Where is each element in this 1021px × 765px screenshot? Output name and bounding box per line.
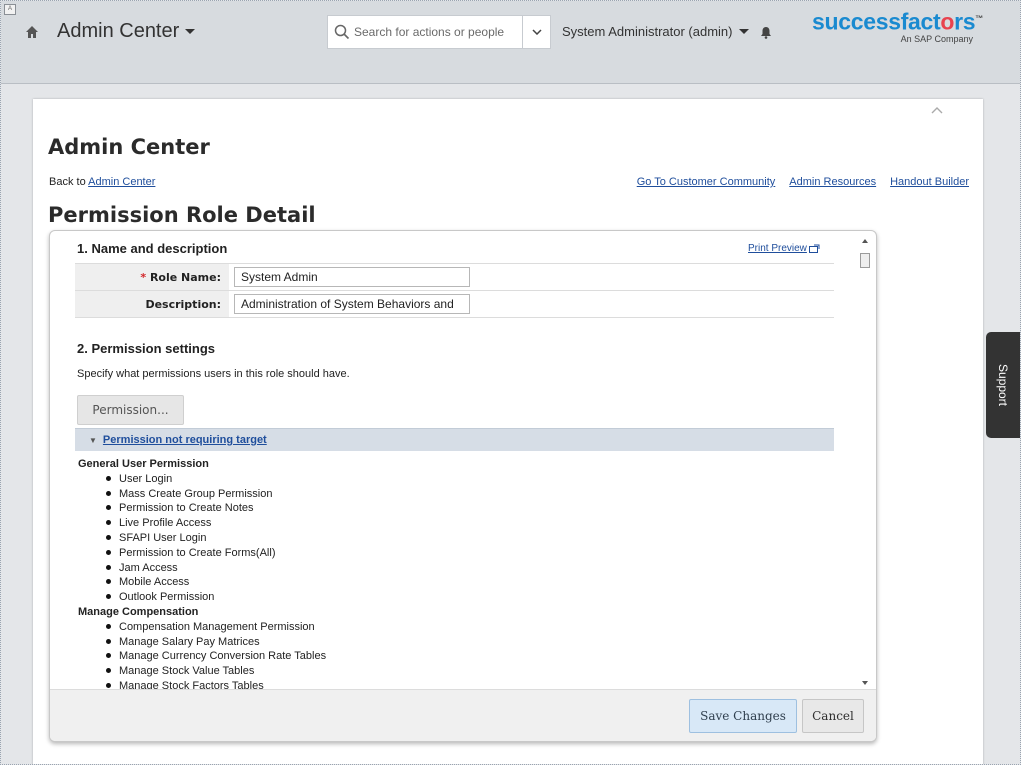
search-scope-dropdown[interactable] xyxy=(523,15,551,49)
scroll-up-arrow-icon[interactable] xyxy=(862,239,868,243)
role-name-field[interactable]: System Admin xyxy=(234,267,470,287)
list-item: Outlook Permission xyxy=(105,590,326,605)
list-item: Manage Stock Factors Tables xyxy=(105,679,326,689)
chevron-down-icon xyxy=(185,29,196,34)
home-icon[interactable] xyxy=(25,25,39,39)
category-title: General User Permission xyxy=(78,458,209,470)
user-menu-label: System Administrator (admin) xyxy=(562,24,733,39)
description-label: Description: xyxy=(75,290,229,318)
dialog-scrollbar[interactable] xyxy=(859,237,872,687)
chevron-up-icon[interactable] xyxy=(930,105,944,115)
permission-group-header[interactable]: ▼ Permission not requiring target xyxy=(75,428,834,451)
search-icon xyxy=(334,24,350,40)
page-title: Permission Role Detail xyxy=(48,203,316,227)
list-item: Jam Access xyxy=(105,561,326,576)
customer-community-link[interactable]: Go To Customer Community xyxy=(637,176,776,188)
popout-icon xyxy=(808,244,820,253)
permission-settings-section-title: 2. Permission settings xyxy=(77,341,215,356)
admin-center-menu[interactable]: Admin Center xyxy=(57,20,196,43)
permission-button[interactable]: Permission... xyxy=(77,395,184,425)
collapse-chevron-icon: ▼ xyxy=(89,435,97,445)
search-placeholder: Search for actions or people xyxy=(354,25,505,39)
back-to-admin-center-link[interactable]: Admin Center xyxy=(88,176,155,188)
handout-builder-link[interactable]: Handout Builder xyxy=(890,176,969,188)
support-tab[interactable]: Support xyxy=(986,332,1020,438)
main-content: Admin Center Back to Admin Center Go To … xyxy=(33,99,983,764)
admin-center-heading: Admin Center xyxy=(48,135,210,159)
list-item: Manage Salary Pay Matrices xyxy=(105,635,326,650)
search-input[interactable]: Search for actions or people xyxy=(327,15,523,49)
print-preview-link[interactable]: Print Preview xyxy=(748,243,820,254)
support-tab-label: Support xyxy=(996,363,1010,407)
list-item: Compensation Management Permission xyxy=(105,620,326,635)
scroll-down-arrow-icon[interactable] xyxy=(862,681,868,685)
scrollbar-thumb[interactable] xyxy=(860,253,870,268)
print-preview-label: Print Preview xyxy=(748,243,807,254)
list-item: Manage Currency Conversion Rate Tables xyxy=(105,649,326,664)
app-window: A Admin Center Search for actions or peo… xyxy=(0,0,1021,765)
list-item: User Login xyxy=(105,472,326,487)
cancel-button[interactable]: Cancel xyxy=(802,699,864,733)
description-field[interactable]: Administration of System Behaviors and xyxy=(234,294,470,314)
permission-list: General User Permission User Login Mass … xyxy=(78,457,326,689)
dialog-scroll-area[interactable]: 1. Name and description Print Preview * … xyxy=(50,231,858,689)
chevron-down-icon xyxy=(738,29,749,34)
list-item: SFAPI User Login xyxy=(105,531,326,546)
breadcrumb: Back to Admin Center xyxy=(49,176,155,188)
category-title: Manage Compensation xyxy=(78,605,199,618)
list-item: Live Profile Access xyxy=(105,516,326,531)
back-prefix: Back to xyxy=(49,176,89,188)
list-item: Mass Create Group Permission xyxy=(105,487,326,502)
top-header: A Admin Center Search for actions or peo… xyxy=(1,1,1020,84)
notification-bell-icon[interactable] xyxy=(760,26,772,39)
list-item: Mobile Access xyxy=(105,575,326,590)
list-item: Permission to Create Forms(All) xyxy=(105,546,326,561)
name-description-section-title: 1. Name and description xyxy=(77,241,228,256)
list-item: Manage Stock Value Tables xyxy=(105,664,326,679)
permission-role-dialog: 1. Name and description Print Preview * … xyxy=(49,230,877,742)
admin-resources-link[interactable]: Admin Resources xyxy=(789,176,876,188)
dialog-footer: Save Changes Cancel xyxy=(50,689,876,741)
user-menu[interactable]: System Administrator (admin) xyxy=(562,24,749,39)
successfactors-logo: successfactors™ An SAP Company xyxy=(811,8,983,44)
admin-center-menu-label: Admin Center xyxy=(57,20,180,42)
role-name-label: * Role Name: xyxy=(75,263,229,291)
permission-group-title[interactable]: Permission not requiring target xyxy=(103,434,267,446)
resource-links: Go To Customer Community Admin Resources… xyxy=(637,176,969,188)
required-marker: * xyxy=(140,270,147,284)
save-changes-button[interactable]: Save Changes xyxy=(689,699,797,733)
window-corner-icon: A xyxy=(4,4,16,15)
list-item: Permission to Create Notes xyxy=(105,501,326,516)
permission-settings-description: Specify what permissions users in this r… xyxy=(77,368,350,380)
chevron-down-icon xyxy=(531,29,542,35)
role-form: * Role Name: System Admin Description: A… xyxy=(75,263,834,318)
